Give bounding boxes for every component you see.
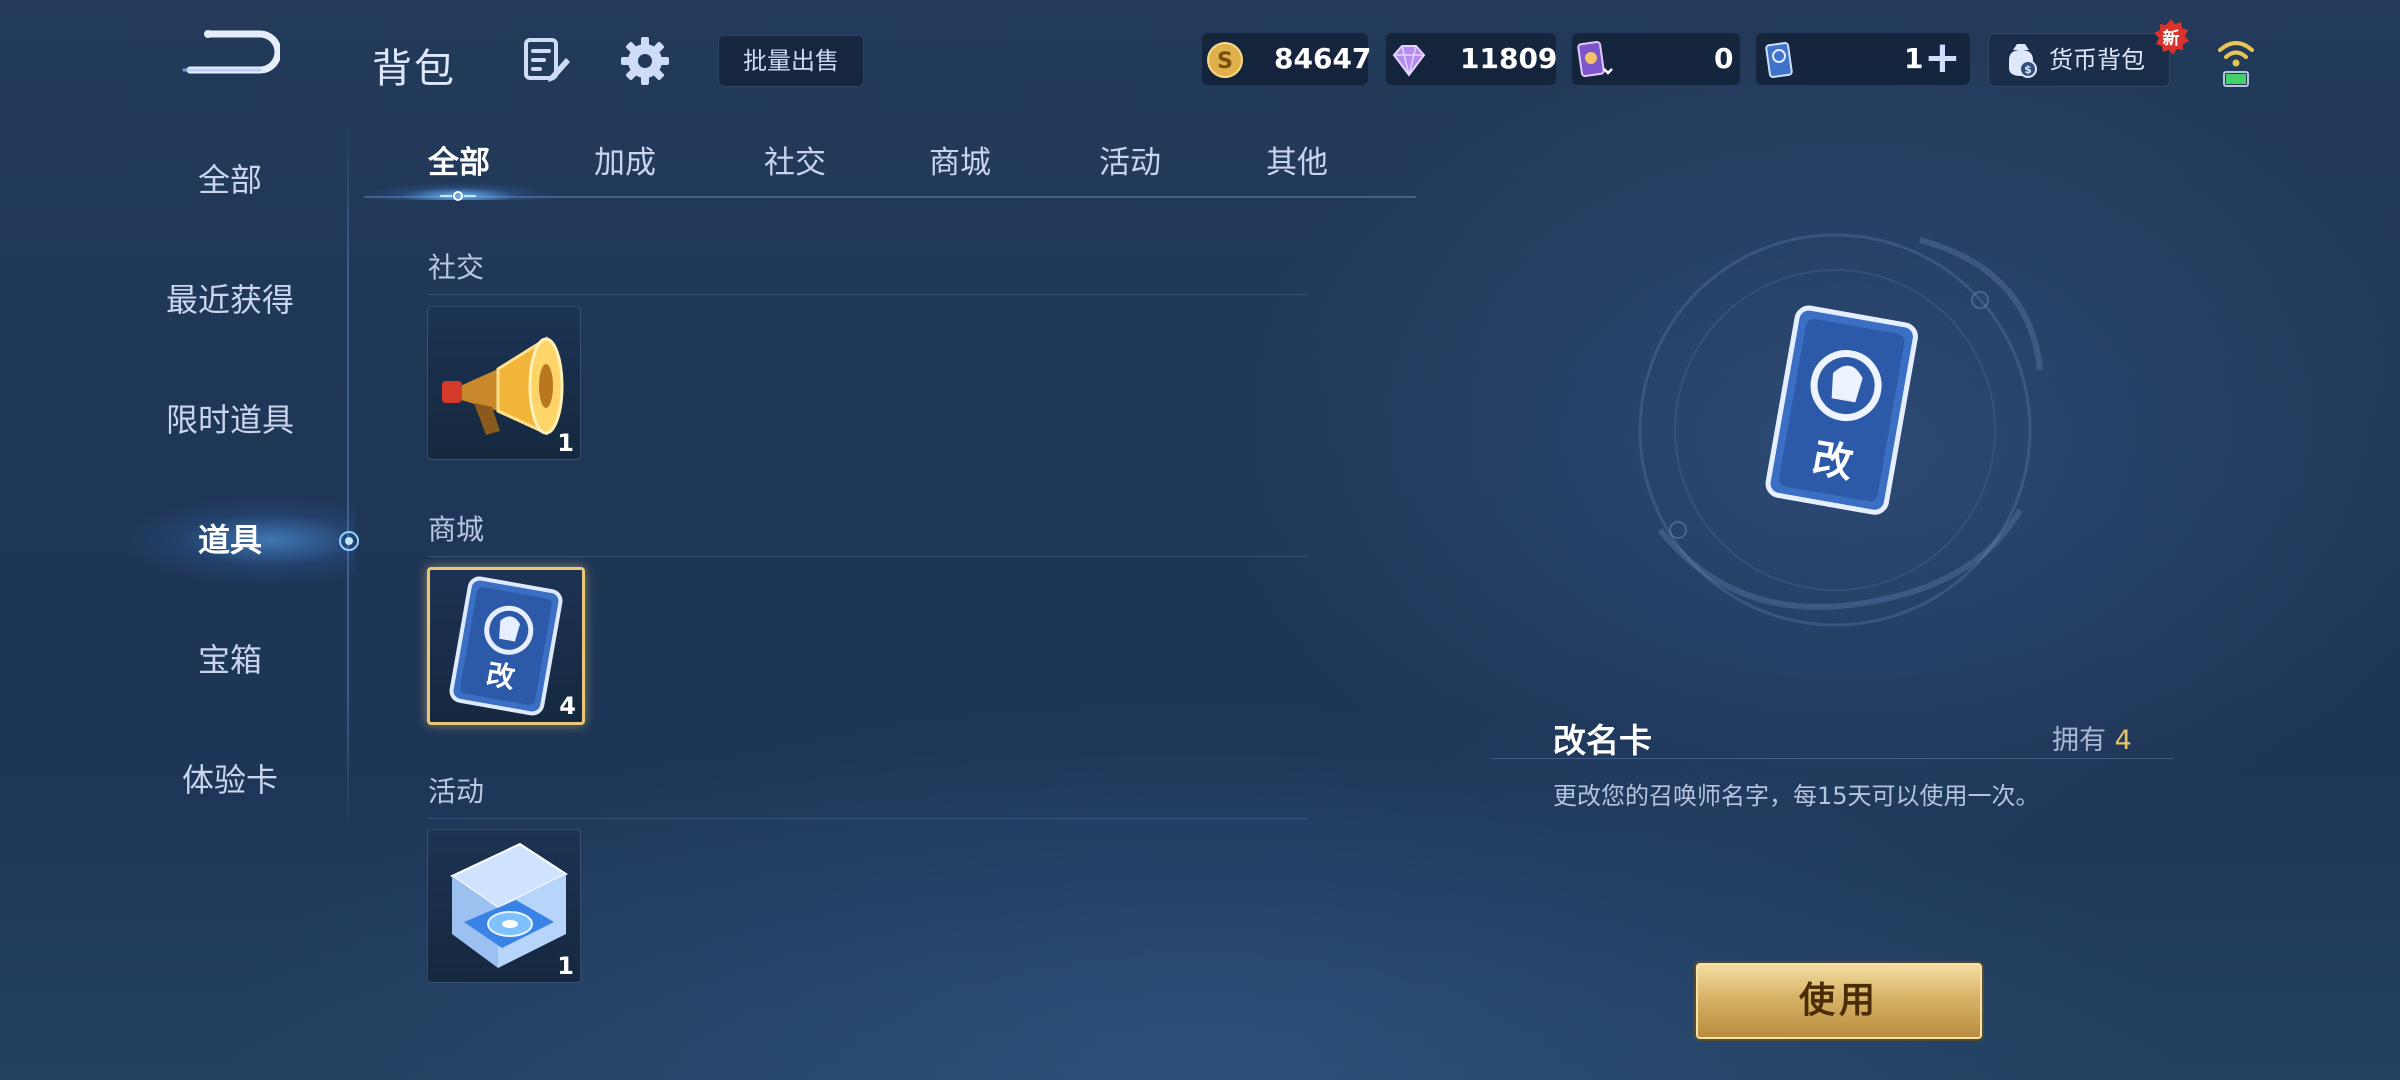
add-blue-card-button[interactable]: + <box>1924 33 1961 83</box>
new-badge-icon: 新 <box>2154 19 2189 55</box>
detail-item-artwork: 改 <box>1638 233 2043 627</box>
page-title: 背包 <box>372 46 456 92</box>
gold-amount: 84647 <box>1274 42 1372 75</box>
currency-wallet-button[interactable]: $ 货币背包 <box>1988 33 2170 87</box>
inventory-item-megaphone[interactable]: 1 <box>427 306 581 460</box>
diamond-currency: 11809 <box>1386 33 1558 85</box>
use-button[interactable]: 使用 <box>1696 963 1982 1039</box>
sidebar-item-chest[interactable]: 宝箱 <box>100 625 360 695</box>
sidebar-divider <box>347 120 349 840</box>
sidebar-item-trial-card[interactable]: 体验卡 <box>100 745 360 815</box>
svg-text:S: S <box>1217 49 1233 74</box>
tab-social[interactable]: 社交 <box>730 138 860 188</box>
item-count: 4 <box>559 692 576 720</box>
purple-card-currency: 0 <box>1572 33 1740 85</box>
tab-active-marker-icon <box>440 191 476 201</box>
sidebar-item-props[interactable]: 道具 <box>100 505 360 575</box>
detail-item-name: 改名卡 <box>1553 721 1652 760</box>
detail-divider <box>1490 758 2174 759</box>
section-divider <box>428 818 1308 819</box>
blue-card-amount: 1 <box>1904 42 1924 75</box>
inventory-item-rename-card[interactable]: 改 4 <box>427 567 585 725</box>
tab-bonus[interactable]: 加成 <box>560 138 690 188</box>
sidebar-active-dot-icon <box>339 531 359 551</box>
bulk-sell-button[interactable]: 批量出售 <box>718 35 864 87</box>
tab-event[interactable]: 活动 <box>1065 138 1195 188</box>
section-label-event: 活动 <box>428 775 485 808</box>
item-count: 1 <box>557 429 574 457</box>
diamond-amount: 11809 <box>1460 42 1558 75</box>
rename-card-icon: 改 <box>1765 305 1918 515</box>
diamond-icon <box>1392 45 1426 77</box>
sidebar-item-recent[interactable]: 最近获得 <box>100 265 360 335</box>
tab-other[interactable]: 其他 <box>1232 138 1362 188</box>
currency-wallet-label: 货币背包 <box>2049 46 2145 74</box>
sidebar-item-limited[interactable]: 限时道具 <box>100 385 360 455</box>
tab-shop[interactable]: 商城 <box>895 138 1025 188</box>
blue-card-currency: 1 + <box>1756 33 1970 85</box>
section-label-shop: 商城 <box>428 513 485 546</box>
owned-label: 拥有 <box>2052 725 2106 756</box>
gold-currency: S 84647 <box>1202 33 1372 85</box>
tab-all[interactable]: 全部 <box>394 138 524 188</box>
new-badge-text: 新 <box>2163 28 2180 49</box>
section-label-social: 社交 <box>428 251 485 284</box>
svg-text:改: 改 <box>1809 435 1856 487</box>
edit-icon[interactable] <box>522 36 572 86</box>
gold-coin-icon: S <box>1207 42 1243 78</box>
purple-card-amount: 0 <box>1714 42 1734 75</box>
item-count: 1 <box>557 952 574 980</box>
inventory-item-gift-box[interactable]: 1 <box>427 829 581 983</box>
blue-card-icon <box>1765 42 1793 78</box>
svg-text:改: 改 <box>484 657 517 694</box>
sidebar-item-all[interactable]: 全部 <box>100 145 360 215</box>
svg-text:$: $ <box>2024 63 2032 76</box>
section-divider <box>428 556 1308 557</box>
owned-count: 4 <box>2114 725 2132 756</box>
money-bag-icon: $ <box>2009 44 2037 78</box>
back-arrow-icon[interactable] <box>180 28 280 82</box>
purple-card-icon[interactable] <box>1576 41 1616 79</box>
gear-icon[interactable] <box>620 36 670 86</box>
section-divider <box>428 294 1308 295</box>
detail-owned: 拥有 4 <box>2052 718 2132 757</box>
detail-description: 更改您的召唤师名字，每15天可以使用一次。 <box>1553 782 2040 810</box>
wifi-battery-icon <box>2218 41 2254 87</box>
